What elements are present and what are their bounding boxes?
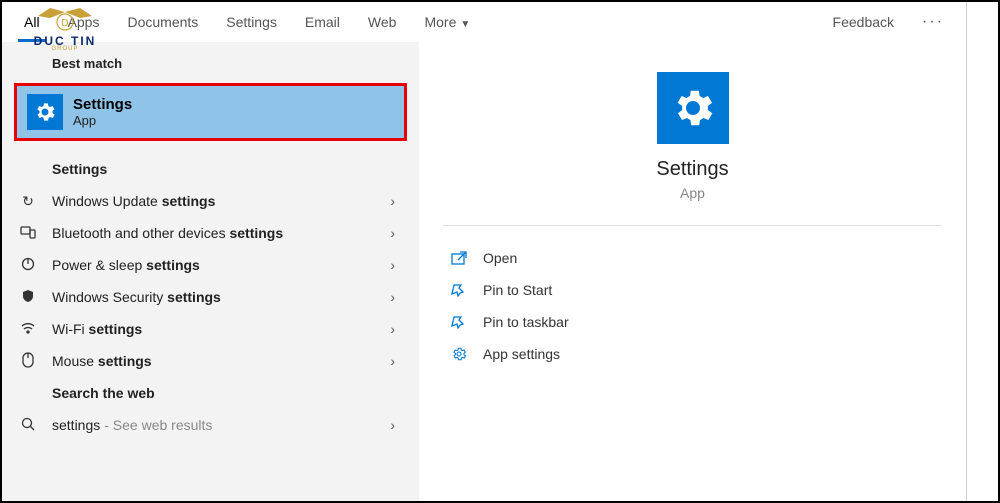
tab-email[interactable]: Email	[291, 4, 354, 40]
chevron-right-icon: ›	[390, 289, 403, 305]
shield-icon	[18, 289, 38, 306]
preview-panel: Settings App Open Pin to Start	[419, 42, 966, 501]
devices-icon	[18, 225, 38, 242]
result-web-search[interactable]: settings- See web results ›	[2, 409, 419, 441]
best-match-heading: Best match	[2, 48, 419, 79]
preview-title: Settings	[656, 158, 728, 181]
tab-documents[interactable]: Documents	[113, 4, 212, 40]
action-app-settings[interactable]: App settings	[443, 338, 942, 370]
power-icon	[18, 257, 38, 274]
chevron-right-icon: ›	[390, 257, 403, 273]
more-options-button[interactable]: ···	[908, 3, 958, 41]
sync-icon: ↻	[18, 193, 38, 210]
chevron-right-icon: ›	[390, 353, 403, 369]
search-filter-tabs: All Apps Documents Settings Email Web Mo…	[2, 2, 966, 42]
divider	[443, 225, 942, 226]
best-match-result[interactable]: Settings App	[14, 83, 407, 141]
result-wifi[interactable]: Wi-Fi settings ›	[2, 313, 419, 345]
preview-type: App	[680, 185, 705, 201]
feedback-link[interactable]: Feedback	[819, 4, 908, 40]
result-windows-update[interactable]: ↻ Windows Update settings ›	[2, 185, 419, 217]
pin-icon	[447, 315, 471, 329]
caret-down-icon: ▼	[460, 19, 470, 30]
tab-all[interactable]: All	[10, 4, 54, 40]
result-mouse[interactable]: Mouse settings ›	[2, 345, 419, 377]
chevron-right-icon: ›	[390, 321, 403, 337]
search-web-heading: Search the web	[2, 377, 419, 409]
mouse-icon	[18, 352, 38, 371]
action-pin-taskbar[interactable]: Pin to taskbar	[443, 306, 942, 338]
wifi-icon	[18, 321, 38, 338]
chevron-right-icon: ›	[390, 193, 403, 209]
result-power-sleep[interactable]: Power & sleep settings ›	[2, 249, 419, 281]
chevron-right-icon: ›	[390, 417, 403, 433]
tab-apps[interactable]: Apps	[54, 4, 114, 40]
best-match-title: Settings	[73, 96, 132, 113]
best-match-type: App	[73, 113, 132, 128]
tab-web[interactable]: Web	[354, 4, 411, 40]
open-icon	[447, 251, 471, 265]
tab-settings[interactable]: Settings	[212, 4, 291, 40]
gear-outline-icon	[447, 346, 471, 362]
pin-icon	[447, 283, 471, 297]
action-pin-start[interactable]: Pin to Start	[443, 274, 942, 306]
action-open[interactable]: Open	[443, 242, 942, 274]
settings-heading: Settings	[2, 153, 419, 185]
tab-more[interactable]: More▼	[410, 4, 484, 40]
chevron-right-icon: ›	[390, 225, 403, 241]
results-panel: Best match Settings App Settings ↻ Windo…	[2, 42, 419, 501]
gear-icon	[657, 72, 729, 144]
result-windows-security[interactable]: Windows Security settings ›	[2, 281, 419, 313]
result-bluetooth[interactable]: Bluetooth and other devices settings ›	[2, 217, 419, 249]
search-icon	[18, 417, 38, 434]
gear-icon	[27, 94, 63, 130]
